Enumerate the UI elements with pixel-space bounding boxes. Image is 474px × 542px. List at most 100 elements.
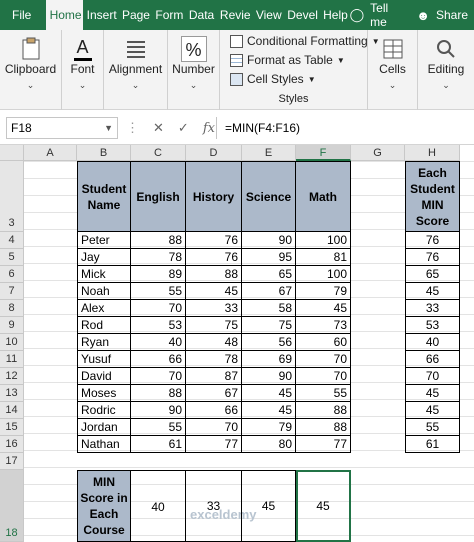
cells-group[interactable]: Cells ⌄ [368, 30, 418, 110]
cell-math[interactable]: 55 [296, 385, 351, 402]
min-row-label[interactable]: MIN Score in Each Course [77, 470, 131, 542]
cell-name[interactable]: Yusuf [77, 351, 131, 368]
cell-english[interactable]: 53 [131, 317, 186, 334]
cell-min[interactable]: 55 [405, 419, 460, 436]
cell-math[interactable]: 88 [296, 402, 351, 419]
tab-review[interactable]: Revie [216, 0, 252, 30]
row-header-10[interactable]: 10 [0, 334, 24, 351]
cell-math[interactable]: 88 [296, 419, 351, 436]
cell-math[interactable]: 77 [296, 436, 351, 453]
cell-min[interactable]: 70 [405, 368, 460, 385]
cell-english[interactable]: 55 [131, 283, 186, 300]
cell-science[interactable]: 95 [242, 249, 296, 266]
cell-min[interactable]: 65 [405, 266, 460, 283]
row-header-5[interactable]: 5 [0, 249, 24, 266]
name-box[interactable]: F18 ▼ [6, 117, 118, 139]
cell-science[interactable]: 58 [242, 300, 296, 317]
min-science[interactable]: 45 [242, 470, 296, 542]
cell-science[interactable]: 67 [242, 283, 296, 300]
chevron-down-icon[interactable]: ⌄ [62, 80, 103, 91]
tab-home[interactable]: Home [45, 0, 83, 30]
cell-math[interactable]: 60 [296, 334, 351, 351]
cell-science[interactable]: 90 [242, 368, 296, 385]
column-header-f[interactable]: F [296, 145, 351, 161]
row-header-13[interactable]: 13 [0, 385, 24, 402]
chevron-down-icon[interactable]: ⌄ [168, 80, 219, 91]
cell-min[interactable]: 61 [405, 436, 460, 453]
cell-history[interactable]: 67 [186, 385, 242, 402]
cell-science[interactable]: 69 [242, 351, 296, 368]
cell-science[interactable]: 56 [242, 334, 296, 351]
cell-history[interactable]: 87 [186, 368, 242, 385]
cell-science[interactable]: 79 [242, 419, 296, 436]
lightbulb-icon[interactable]: ◯ [350, 7, 365, 23]
cell-min[interactable]: 53 [405, 317, 460, 334]
cell-history[interactable]: 48 [186, 334, 242, 351]
cell-min[interactable]: 76 [405, 249, 460, 266]
cell-science[interactable]: 65 [242, 266, 296, 283]
column-header-g[interactable]: G [351, 145, 405, 161]
row-header-4[interactable]: 4 [0, 232, 24, 249]
chevron-down-icon[interactable]: ▼ [104, 118, 113, 138]
format-as-table-button[interactable]: Format as Table ▼ [230, 53, 345, 67]
column-header-c[interactable]: C [131, 145, 186, 161]
row-header-11[interactable]: 11 [0, 351, 24, 368]
cell-min[interactable]: 45 [405, 385, 460, 402]
cell-science[interactable]: 45 [242, 402, 296, 419]
cell-math[interactable]: 100 [296, 266, 351, 283]
conditional-formatting-button[interactable]: Conditional Formatting ▼ [230, 34, 380, 48]
min-english[interactable]: 40 [131, 470, 186, 542]
row-header-14[interactable]: 14 [0, 402, 24, 419]
cell-english[interactable]: 78 [131, 249, 186, 266]
column-header-d[interactable]: D [186, 145, 242, 161]
cell-math[interactable]: 70 [296, 351, 351, 368]
tab-data[interactable]: Data [185, 0, 216, 30]
tab-help[interactable]: Help [319, 0, 349, 30]
header-history[interactable]: History [186, 161, 242, 232]
cell-name[interactable]: Peter [77, 232, 131, 249]
share-icon[interactable]: ☻ [416, 8, 430, 23]
tab-formulas[interactable]: Form [151, 0, 184, 30]
row-header-3[interactable]: 3 [0, 161, 24, 232]
cancel-icon[interactable]: ✕ [153, 120, 164, 136]
alignment-group[interactable]: Alignment ⌄ [104, 30, 168, 110]
tab-file[interactable]: File [0, 0, 46, 30]
tab-page-layout[interactable]: Page [118, 0, 151, 30]
share-button[interactable]: Share [436, 8, 468, 22]
cell-history[interactable]: 33 [186, 300, 242, 317]
cell-name[interactable]: Alex [77, 300, 131, 317]
cell-name[interactable]: Jordan [77, 419, 131, 436]
cell-math[interactable]: 70 [296, 368, 351, 385]
chevron-down-icon[interactable]: ⌄ [0, 80, 61, 91]
cell-min[interactable]: 33 [405, 300, 460, 317]
cell-name[interactable]: Nathan [77, 436, 131, 453]
cell-math[interactable]: 100 [296, 232, 351, 249]
enter-icon[interactable]: ✓ [178, 120, 189, 136]
editing-group[interactable]: Editing ⌄ [418, 30, 474, 110]
cell-history[interactable]: 88 [186, 266, 242, 283]
chevron-down-icon[interactable]: ⌄ [104, 80, 167, 91]
tell-me-box[interactable]: Tell me [370, 1, 396, 29]
cell-min[interactable]: 45 [405, 283, 460, 300]
row-header-18[interactable]: 18 [0, 470, 24, 542]
cell-history[interactable]: 76 [186, 232, 242, 249]
cell-history[interactable]: 66 [186, 402, 242, 419]
cell-english[interactable]: 61 [131, 436, 186, 453]
header-each-student-min[interactable]: Each Student MIN Score [405, 161, 460, 232]
row-header-8[interactable]: 8 [0, 300, 24, 317]
clipboard-group[interactable]: Clipboard ⌄ [0, 30, 62, 110]
row-header-12[interactable]: 12 [0, 368, 24, 385]
cell-name[interactable]: Jay [77, 249, 131, 266]
cell-history[interactable]: 75 [186, 317, 242, 334]
cell-english[interactable]: 55 [131, 419, 186, 436]
cell-english[interactable]: 70 [131, 300, 186, 317]
cell-science[interactable]: 75 [242, 317, 296, 334]
formula-input[interactable]: =MIN(F4:F16) [216, 117, 470, 139]
cell-english[interactable]: 88 [131, 232, 186, 249]
cell-english[interactable]: 90 [131, 402, 186, 419]
cell-name[interactable]: Noah [77, 283, 131, 300]
cell-english[interactable]: 88 [131, 385, 186, 402]
cell-name[interactable]: David [77, 368, 131, 385]
tab-developer[interactable]: Devel [283, 0, 319, 30]
select-all-corner[interactable] [0, 145, 24, 161]
